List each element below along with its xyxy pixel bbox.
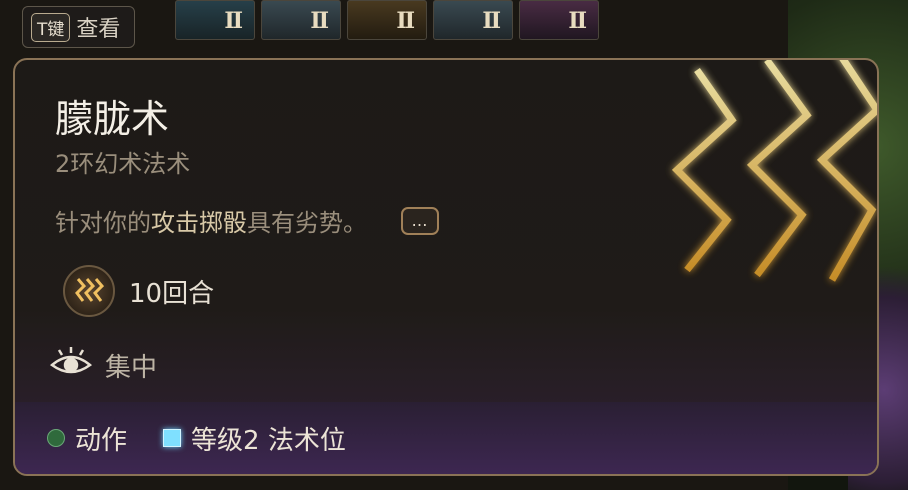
- hotbar-slot[interactable]: II: [261, 0, 341, 40]
- action-dot-icon: [47, 429, 65, 447]
- spell-slot-icon: [163, 429, 182, 447]
- spell-tooltip: 朦胧术 2环幻术法术 针对你的 攻击掷骰 具有劣势。 … 10回合 集中 动作 …: [13, 58, 879, 476]
- hotbar-slot[interactable]: II: [175, 0, 255, 40]
- desc-keyword[interactable]: 攻击掷骰: [151, 203, 247, 238]
- spell-rank-label: II: [482, 8, 501, 34]
- hotbar-slot[interactable]: II: [347, 0, 427, 40]
- inspect-key-hint[interactable]: T键 查看: [22, 6, 136, 48]
- spell-description: 针对你的 攻击掷骰 具有劣势。 …: [55, 203, 439, 238]
- action-cost-label: 动作: [75, 425, 128, 456]
- spell-rank-label: II: [568, 8, 587, 34]
- duration-row: 10回合: [63, 265, 214, 317]
- eye-icon: [49, 345, 93, 385]
- more-info-button[interactable]: …: [401, 206, 439, 235]
- spell-title: 朦胧术: [55, 97, 170, 141]
- key-hint-label: 查看: [76, 17, 121, 42]
- spell-subtitle: 2环幻术法术: [55, 150, 191, 178]
- spell-rank-label: II: [396, 8, 415, 34]
- lightning-zigzag-art: [671, 60, 877, 282]
- desc-suffix: 具有劣势。: [247, 209, 367, 237]
- spell-rank-label: II: [224, 8, 243, 34]
- hotbar-slot[interactable]: II: [519, 0, 599, 40]
- concentration-label: 集中: [105, 352, 158, 383]
- desc-prefix: 针对你的: [55, 209, 151, 237]
- spell-slot-cost-label: 等级2 法术位: [191, 425, 346, 456]
- concentration-row: 集中: [49, 345, 157, 385]
- key-cap: T键: [31, 12, 71, 42]
- cost-bar: 动作 等级2 法术位: [15, 402, 877, 474]
- spell-rank-label: II: [310, 8, 329, 34]
- hotbar-slot[interactable]: II: [433, 0, 513, 40]
- zigzag-rune-icon: [63, 265, 115, 317]
- duration-label: 10回合: [129, 278, 215, 309]
